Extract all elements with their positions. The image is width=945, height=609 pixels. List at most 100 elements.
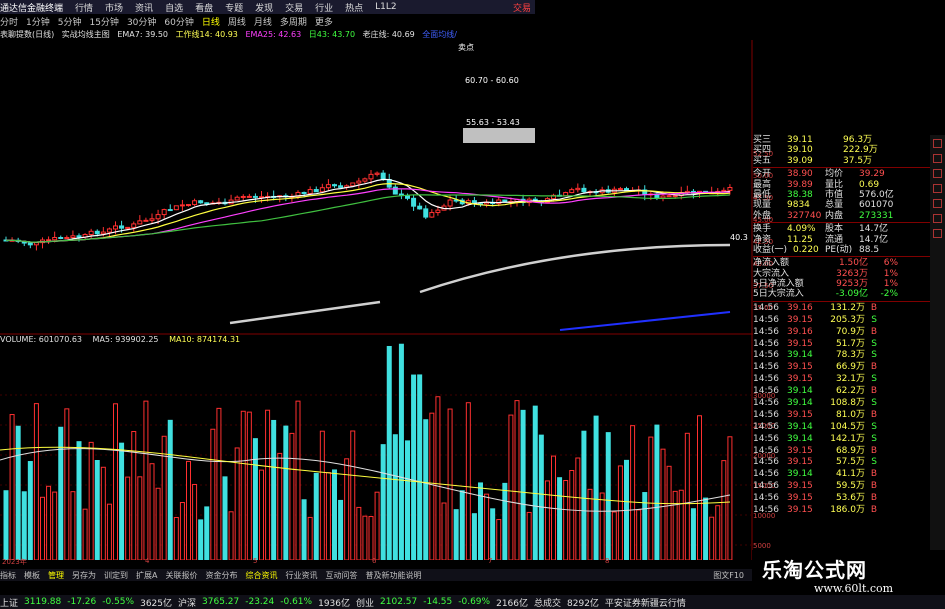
volume-bar-mark [575, 457, 581, 560]
candle [441, 203, 447, 211]
menu-item[interactable]: 行业 [315, 1, 333, 14]
menu-item[interactable]: 交易 [285, 1, 303, 14]
trade-button[interactable]: 交易 [513, 1, 531, 14]
right-toolstrip [930, 135, 945, 550]
trade-price: 39.15 [787, 362, 813, 373]
bottom-tab[interactable]: 模板 [24, 570, 40, 581]
trade-price: 39.15 [787, 409, 813, 420]
period-tab-selected[interactable]: 日线 [202, 15, 220, 28]
tool-icon[interactable] [933, 139, 942, 148]
period-tab[interactable]: 60分钟 [164, 15, 193, 28]
trade-volume: 81.0万 [835, 409, 865, 420]
trade-price: 39.14 [787, 433, 813, 444]
index-label[interactable]: 沪深 [178, 596, 196, 609]
period-tab[interactable]: 月线 [254, 15, 272, 28]
period-tab[interactable]: 周线 [228, 15, 246, 28]
period-tab[interactable]: 1分钟 [26, 15, 50, 28]
period-tab[interactable]: 5分钟 [58, 15, 82, 28]
volume-bar-mark [386, 345, 392, 560]
flow-row: 净流入额 1.50亿 6% [753, 258, 945, 268]
volume-bar-mark [441, 502, 447, 560]
bottom-tab[interactable]: 关联报价 [165, 570, 197, 581]
period-tab[interactable]: 更多 [315, 15, 333, 28]
volume-bar-mark [240, 410, 246, 560]
tool-icon[interactable] [933, 214, 942, 223]
index-pct: -0.55% [102, 597, 135, 607]
period-tab[interactable]: 分时 [0, 15, 18, 28]
volume-bar-mark [423, 419, 429, 560]
bottom-tab[interactable]: 另存为 [72, 570, 96, 581]
bottom-tab[interactable]: 互动问答 [325, 570, 357, 581]
menu-item[interactable]: L1L2 [375, 2, 396, 12]
stat-value: 576.0亿 [859, 189, 894, 200]
trade-price: 39.15 [787, 457, 813, 468]
bottom-tab[interactable]: 行业资讯 [285, 570, 317, 581]
volume-bar-mark [484, 493, 490, 560]
stat-row: 收益(一) 0.220 PE(动) 88.5 [753, 245, 945, 255]
volume-bar-mark [313, 472, 319, 560]
volume-bar-mark [222, 476, 228, 560]
tool-icon[interactable] [933, 169, 942, 178]
main-indicator[interactable]: 实战均线主图 [62, 30, 110, 39]
trade-row: 14:56 39.16 70.9万 B [753, 327, 945, 339]
volume-bar-mark [508, 414, 514, 560]
trade-time: 14:56 [753, 314, 779, 325]
stat-value: 38.38 [787, 189, 813, 200]
volume-bar-mark [246, 411, 252, 560]
flow-row: 5日大宗流入 -3.09亿 -2% [753, 289, 945, 299]
trade-time: 14:56 [753, 326, 779, 337]
period-bar: 分时 1分钟 5分钟 15分钟 30分钟 60分钟 日线 周线 月线 多周期 更… [0, 15, 535, 28]
trade-list[interactable]: 14:56 39.16 131.2万 B 14:56 39.15 205.3万 S 14:56 3… [753, 303, 945, 517]
menu-item[interactable]: 发现 [255, 1, 273, 14]
menu-item[interactable]: 看盘 [195, 1, 213, 14]
index-label[interactable]: 创业 [356, 596, 374, 609]
trade-volume: 51.7万 [835, 338, 865, 349]
bottom-tab[interactable]: 资金分布 [205, 570, 237, 581]
volume-bar-mark [678, 489, 684, 560]
tool-icon[interactable] [933, 199, 942, 208]
bottom-tab[interactable]: 训定到 [104, 570, 128, 581]
bottom-tab[interactable]: 普及新功能说明 [365, 570, 421, 581]
period-tab[interactable]: 30分钟 [127, 15, 156, 28]
flow-label: 5日净流入额 [753, 279, 804, 290]
volume-bar-mark [40, 496, 45, 560]
volume-bar-mark [204, 506, 210, 560]
trade-price: 39.15 [787, 338, 813, 349]
candle [429, 209, 435, 218]
total-label: 总成交 [534, 598, 562, 609]
index-pct: -0.61% [280, 597, 313, 607]
bottom-tab[interactable]: 扩展A [136, 570, 157, 581]
tool-icon[interactable] [933, 229, 942, 238]
bottom-tab-selected[interactable]: 管理 [48, 570, 64, 581]
volume-bar-mark [325, 472, 331, 560]
index-label[interactable]: 上证 [0, 596, 18, 609]
volume-bar: VOLUME: 601070.63 MA5: 939902.25 MA10: 8… [0, 335, 540, 347]
bottom-tab[interactable]: 综合资讯 [245, 570, 277, 581]
menu-item[interactable]: 市场 [105, 1, 123, 14]
bottom-tab[interactable]: 指标 [0, 570, 16, 581]
period-tab[interactable]: 15分钟 [89, 15, 118, 28]
volume-bar-mark [137, 476, 143, 560]
menu-item[interactable]: 热点 [345, 1, 363, 14]
menu-item[interactable]: 自选 [165, 1, 183, 14]
volume-bar-mark [654, 424, 660, 560]
trade-price: 39.14 [787, 350, 813, 361]
trade-volume: 68.9万 [835, 445, 865, 456]
ma5-value: MA5: 939902.25 [92, 335, 159, 344]
kline-chart[interactable] [0, 40, 753, 560]
volume-bar-mark [709, 516, 715, 560]
trade-time: 14:56 [753, 350, 779, 361]
right-price-label: 40.3 [730, 233, 748, 242]
period-tab[interactable]: 多周期 [280, 15, 307, 28]
candle [569, 187, 575, 194]
tool-icon[interactable] [933, 154, 942, 163]
stat-label: 现量 [753, 200, 772, 211]
menu-item[interactable]: 资讯 [135, 1, 153, 14]
f10-button[interactable]: 图文F10 [713, 570, 744, 581]
stat-label: 净资 [753, 234, 772, 245]
volume-bar-mark [630, 425, 636, 560]
tool-icon[interactable] [933, 184, 942, 193]
menu-item[interactable]: 专题 [225, 1, 243, 14]
quote-panel: 买三 39.11 96.3万 买四 39.10 222.9万 买五 39.09 37.5万 … [753, 135, 945, 550]
menu-item[interactable]: 行情 [75, 1, 93, 14]
